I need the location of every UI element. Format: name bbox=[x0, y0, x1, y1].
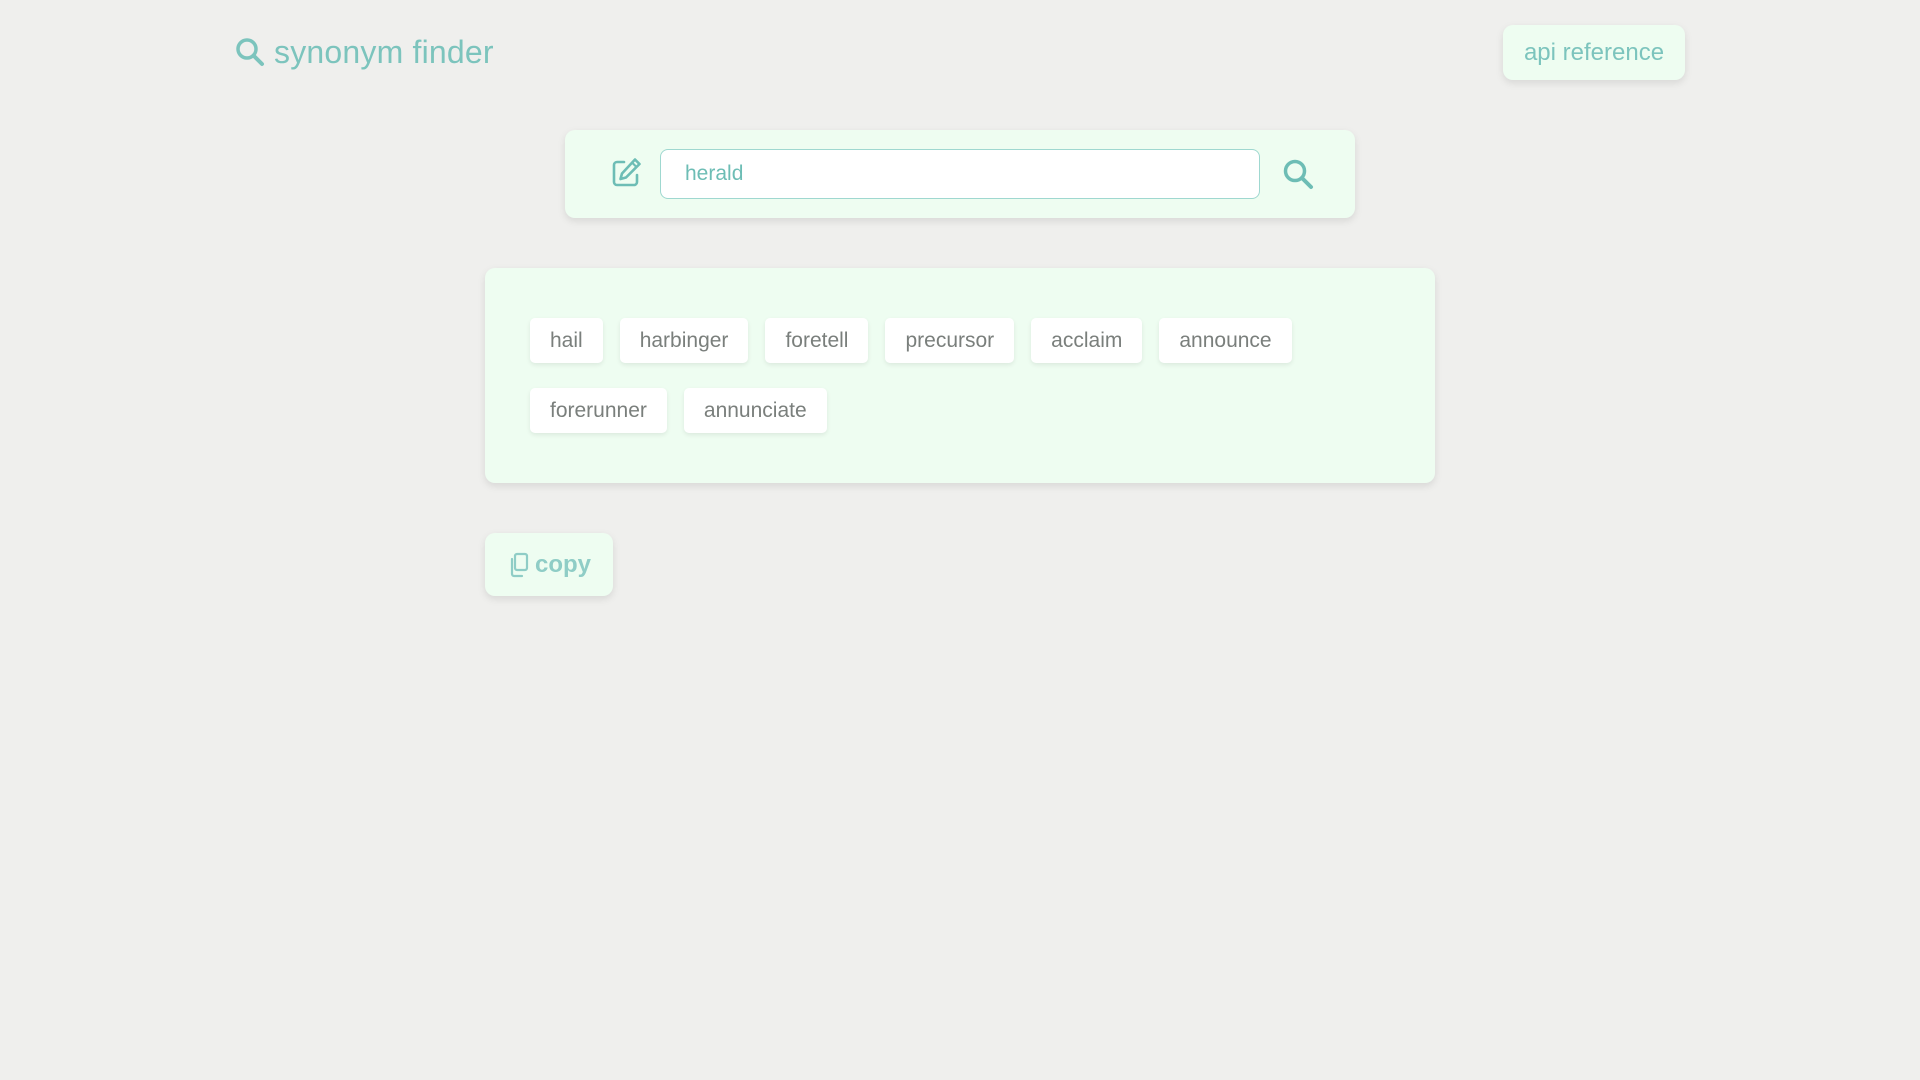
synonym-chip[interactable]: annunciate bbox=[683, 388, 827, 433]
copy-icon bbox=[507, 552, 531, 578]
page: synonym finder api reference hail harbing… bbox=[0, 0, 1920, 1080]
synonym-chip[interactable]: hail bbox=[530, 318, 603, 363]
search-button[interactable] bbox=[1278, 154, 1318, 194]
api-reference-button[interactable]: api reference bbox=[1503, 25, 1685, 80]
search-card bbox=[565, 130, 1355, 218]
search-icon bbox=[234, 36, 266, 68]
synonym-chip[interactable]: acclaim bbox=[1031, 318, 1143, 363]
synonym-list: hail harbinger foretell precursor acclaim ann… bbox=[530, 318, 1390, 433]
copy-label: copy bbox=[534, 550, 591, 578]
synonym-chip[interactable]: harbinger bbox=[619, 318, 749, 363]
app-title: synonym finder bbox=[274, 33, 494, 70]
edit-icon bbox=[609, 156, 643, 190]
results-card: hail harbinger foretell precursor acclaim ann… bbox=[485, 268, 1435, 483]
search-input[interactable] bbox=[660, 149, 1260, 199]
synonym-chip[interactable]: announce bbox=[1159, 318, 1292, 363]
synonym-chip[interactable]: precursor bbox=[885, 318, 1015, 363]
brand[interactable]: synonym finder bbox=[234, 30, 494, 74]
copy-button[interactable]: copy bbox=[485, 533, 613, 596]
search-icon bbox=[1283, 159, 1313, 189]
synonym-chip[interactable]: foretell bbox=[765, 318, 869, 363]
synonym-chip[interactable]: forerunner bbox=[530, 388, 667, 433]
